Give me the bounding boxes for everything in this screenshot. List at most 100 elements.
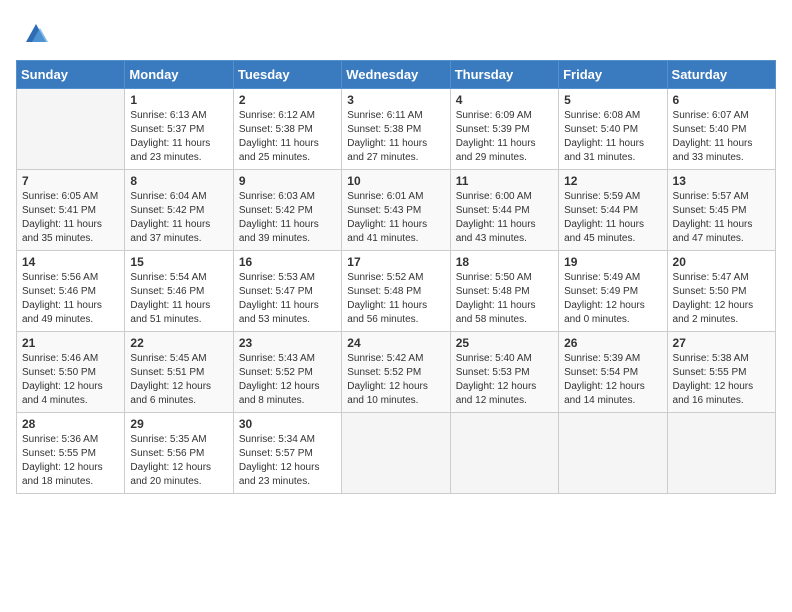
day-detail: Sunrise: 5:49 AMSunset: 5:49 PMDaylight:… [564, 271, 661, 327]
calendar-cell: 25Sunrise: 5:40 AMSunset: 5:53 PMDayligh… [450, 332, 558, 413]
day-number: 15 [130, 255, 227, 269]
day-detail: Sunrise: 6:03 AMSunset: 5:42 PMDaylight:… [239, 190, 336, 246]
day-header: Wednesday [342, 61, 450, 89]
day-detail: Sunrise: 5:46 AMSunset: 5:50 PMDaylight:… [22, 352, 119, 408]
calendar-cell: 13 Sunrise: 5:57 AMSunset: 5:45 PMDayligh… [667, 170, 775, 251]
day-detail: Sunrise: 5:43 AMSunset: 5:52 PMDaylight:… [239, 352, 336, 408]
day-detail: Sunrise: 6:05 AMSunset: 5:41 PMDaylight:… [22, 190, 119, 246]
calendar-week-row: 14Sunrise: 5:56 AMSunset: 5:46 PMDayligh… [17, 251, 776, 332]
day-detail: Sunrise: 5:59 AMSunset: 5:44 PMDaylight:… [564, 190, 661, 246]
day-number: 22 [130, 336, 227, 350]
day-number: 20 [673, 255, 770, 269]
calendar-week-row: 1 Sunrise: 6:13 AMSunset: 5:37 PMDaylight… [17, 89, 776, 170]
day-number: 27 [673, 336, 770, 350]
day-detail: Sunrise: 5:53 AMSunset: 5:47 PMDaylight:… [239, 271, 336, 327]
calendar-cell: 18 Sunrise: 5:50 AMSunset: 5:48 PMDayligh… [450, 251, 558, 332]
calendar-cell: 9 Sunrise: 6:03 AMSunset: 5:42 PMDaylight… [233, 170, 341, 251]
calendar-cell: 26 Sunrise: 5:39 AMSunset: 5:54 PMDayligh… [559, 332, 667, 413]
day-number: 30 [239, 417, 336, 431]
day-number: 6 [673, 93, 770, 107]
logo [16, 20, 50, 48]
day-header: Tuesday [233, 61, 341, 89]
day-detail: Sunrise: 5:34 AMSunset: 5:57 PMDaylight:… [239, 433, 336, 489]
day-header: Sunday [17, 61, 125, 89]
day-number: 12 [564, 174, 661, 188]
calendar-cell: 30 Sunrise: 5:34 AMSunset: 5:57 PMDayligh… [233, 413, 341, 494]
day-number: 21 [22, 336, 119, 350]
calendar-cell: 8 Sunrise: 6:04 AMSunset: 5:42 PMDaylight… [125, 170, 233, 251]
calendar-week-row: 28Sunrise: 5:36 AMSunset: 5:55 PMDayligh… [17, 413, 776, 494]
day-detail: Sunrise: 5:42 AMSunset: 5:52 PMDaylight:… [347, 352, 444, 408]
day-number: 2 [239, 93, 336, 107]
day-number: 3 [347, 93, 444, 107]
calendar-cell: 1 Sunrise: 6:13 AMSunset: 5:37 PMDaylight… [125, 89, 233, 170]
calendar-cell: 14Sunrise: 5:56 AMSunset: 5:46 PMDayligh… [17, 251, 125, 332]
day-number: 11 [456, 174, 553, 188]
day-number: 7 [22, 174, 119, 188]
day-header: Friday [559, 61, 667, 89]
calendar-cell: 2 Sunrise: 6:12 AMSunset: 5:38 PMDaylight… [233, 89, 341, 170]
day-number: 23 [239, 336, 336, 350]
calendar-header-row: SundayMondayTuesdayWednesdayThursdayFrid… [17, 61, 776, 89]
day-number: 8 [130, 174, 227, 188]
calendar-cell: 3 Sunrise: 6:11 AMSunset: 5:38 PMDaylight… [342, 89, 450, 170]
day-detail: Sunrise: 5:36 AMSunset: 5:55 PMDaylight:… [22, 433, 119, 489]
day-detail: Sunrise: 5:38 AMSunset: 5:55 PMDaylight:… [673, 352, 770, 408]
day-header: Saturday [667, 61, 775, 89]
calendar-week-row: 7 Sunrise: 6:05 AMSunset: 5:41 PMDaylight… [17, 170, 776, 251]
calendar-cell: 21 Sunrise: 5:46 AMSunset: 5:50 PMDayligh… [17, 332, 125, 413]
day-number: 29 [130, 417, 227, 431]
day-detail: Sunrise: 6:00 AMSunset: 5:44 PMDaylight:… [456, 190, 553, 246]
calendar-cell: 22 Sunrise: 5:45 AMSunset: 5:51 PMDayligh… [125, 332, 233, 413]
day-header: Monday [125, 61, 233, 89]
logo-icon [18, 20, 50, 48]
day-number: 25 [456, 336, 553, 350]
day-detail: Sunrise: 5:35 AMSunset: 5:56 PMDaylight:… [130, 433, 227, 489]
calendar-cell: 27 Sunrise: 5:38 AMSunset: 5:55 PMDayligh… [667, 332, 775, 413]
calendar-cell: 12 Sunrise: 5:59 AMSunset: 5:44 PMDayligh… [559, 170, 667, 251]
day-detail: Sunrise: 6:08 AMSunset: 5:40 PMDaylight:… [564, 109, 661, 165]
day-header: Thursday [450, 61, 558, 89]
calendar-cell [559, 413, 667, 494]
calendar-cell: 4 Sunrise: 6:09 AMSunset: 5:39 PMDaylight… [450, 89, 558, 170]
day-number: 18 [456, 255, 553, 269]
day-number: 26 [564, 336, 661, 350]
calendar-cell: 29 Sunrise: 5:35 AMSunset: 5:56 PMDayligh… [125, 413, 233, 494]
calendar-cell: 6 Sunrise: 6:07 AMSunset: 5:40 PMDaylight… [667, 89, 775, 170]
calendar-cell: 24Sunrise: 5:42 AMSunset: 5:52 PMDayligh… [342, 332, 450, 413]
calendar-cell [342, 413, 450, 494]
day-detail: Sunrise: 5:50 AMSunset: 5:48 PMDaylight:… [456, 271, 553, 327]
calendar-cell: 15Sunrise: 5:54 AMSunset: 5:46 PMDayligh… [125, 251, 233, 332]
day-detail: Sunrise: 6:09 AMSunset: 5:39 PMDaylight:… [456, 109, 553, 165]
calendar-cell: 17Sunrise: 5:52 AMSunset: 5:48 PMDayligh… [342, 251, 450, 332]
day-detail: Sunrise: 6:12 AMSunset: 5:38 PMDaylight:… [239, 109, 336, 165]
calendar-cell: 23 Sunrise: 5:43 AMSunset: 5:52 PMDayligh… [233, 332, 341, 413]
calendar-cell: 28Sunrise: 5:36 AMSunset: 5:55 PMDayligh… [17, 413, 125, 494]
day-detail: Sunrise: 5:57 AMSunset: 5:45 PMDaylight:… [673, 190, 770, 246]
day-number: 19 [564, 255, 661, 269]
day-detail: Sunrise: 6:13 AMSunset: 5:37 PMDaylight:… [130, 109, 227, 165]
day-number: 14 [22, 255, 119, 269]
day-number: 1 [130, 93, 227, 107]
day-number: 10 [347, 174, 444, 188]
calendar-cell [667, 413, 775, 494]
calendar-cell: 11 Sunrise: 6:00 AMSunset: 5:44 PMDayligh… [450, 170, 558, 251]
calendar-cell: 20Sunrise: 5:47 AMSunset: 5:50 PMDayligh… [667, 251, 775, 332]
calendar-cell [17, 89, 125, 170]
calendar-cell: 10 Sunrise: 6:01 AMSunset: 5:43 PMDayligh… [342, 170, 450, 251]
day-number: 9 [239, 174, 336, 188]
day-number: 13 [673, 174, 770, 188]
day-detail: Sunrise: 5:39 AMSunset: 5:54 PMDaylight:… [564, 352, 661, 408]
day-detail: Sunrise: 6:07 AMSunset: 5:40 PMDaylight:… [673, 109, 770, 165]
calendar-cell: 19 Sunrise: 5:49 AMSunset: 5:49 PMDayligh… [559, 251, 667, 332]
day-detail: Sunrise: 6:11 AMSunset: 5:38 PMDaylight:… [347, 109, 444, 165]
calendar-cell [450, 413, 558, 494]
calendar-cell: 5Sunrise: 6:08 AMSunset: 5:40 PMDaylight… [559, 89, 667, 170]
day-detail: Sunrise: 5:45 AMSunset: 5:51 PMDaylight:… [130, 352, 227, 408]
calendar-week-row: 21 Sunrise: 5:46 AMSunset: 5:50 PMDayligh… [17, 332, 776, 413]
day-number: 4 [456, 93, 553, 107]
day-detail: Sunrise: 6:04 AMSunset: 5:42 PMDaylight:… [130, 190, 227, 246]
calendar-table: SundayMondayTuesdayWednesdayThursdayFrid… [16, 60, 776, 494]
page-header [16, 16, 776, 48]
day-detail: Sunrise: 6:01 AMSunset: 5:43 PMDaylight:… [347, 190, 444, 246]
